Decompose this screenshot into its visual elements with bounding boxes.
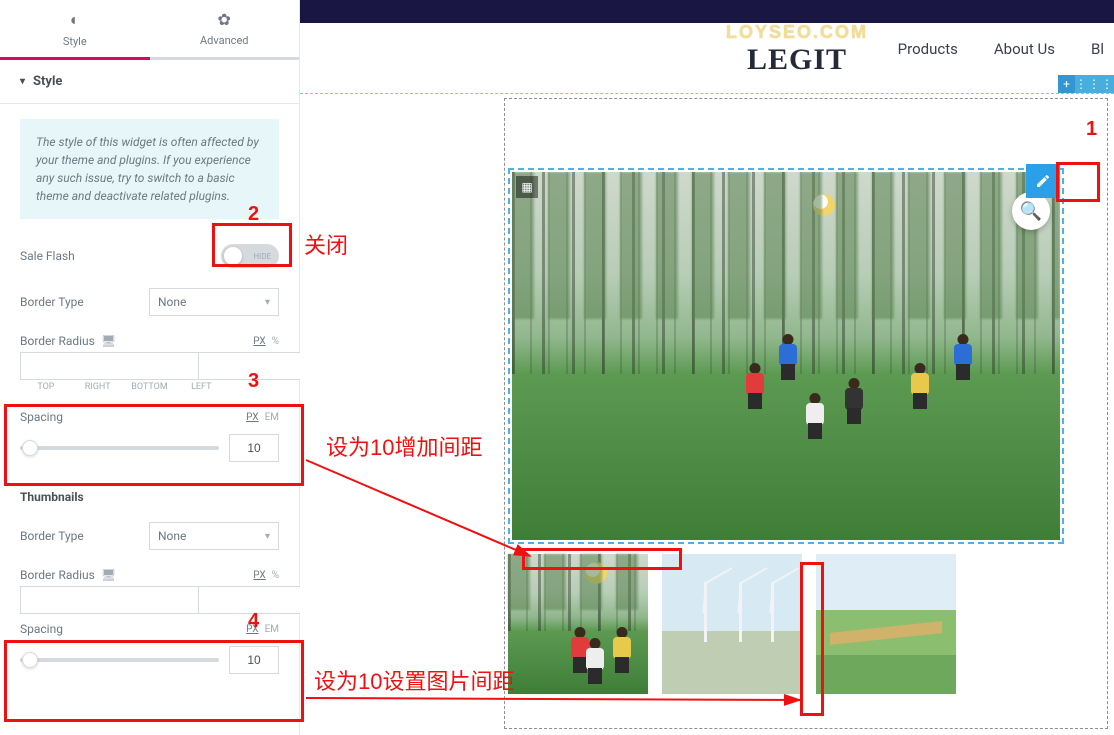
editor-sidebar: ◐ Style ✿ Advanced ▾ Style The style of …: [0, 0, 300, 735]
section-style-header[interactable]: ▾ Style: [0, 60, 299, 104]
edit-widget-button[interactable]: [1026, 164, 1060, 198]
radius-label-right: RIGHT: [72, 382, 124, 392]
sale-flash-toggle[interactable]: HIDE: [221, 244, 279, 268]
spacing-unit-em[interactable]: EM: [265, 412, 279, 423]
site-nav: Products About Us Bl: [898, 40, 1104, 58]
border-type-label: Border Type: [20, 295, 139, 309]
unit-px[interactable]: PX: [253, 336, 265, 347]
thumb-spacing-slider-thumb[interactable]: [22, 652, 38, 668]
nav-products[interactable]: Products: [898, 40, 958, 58]
style-notice: The style of this widget is often affect…: [20, 119, 279, 219]
editor-area: ▦ 🔍: [300, 93, 1114, 735]
desktop-icon[interactable]: 🖥: [101, 568, 116, 582]
thumb-border-type-value: None: [158, 529, 186, 543]
drag-handle-icon[interactable]: ▦: [516, 176, 538, 198]
border-type-select[interactable]: None ▾: [149, 288, 279, 316]
border-radius-inputs: ⇆: [0, 352, 299, 380]
thumbnail-row: [508, 554, 956, 694]
thumb-spacing-slider[interactable]: [20, 658, 219, 662]
thumb-spacing-input[interactable]: [229, 646, 279, 674]
radius-top-input[interactable]: [20, 352, 198, 380]
spacing-unit-px[interactable]: PX: [246, 412, 258, 423]
site-topbar: [300, 0, 1114, 23]
thumb-spacing-unit-px[interactable]: PX: [246, 624, 258, 635]
spacing-control: Spacing PX EM: [0, 402, 299, 474]
border-type-value: None: [158, 295, 186, 309]
tab-advanced[interactable]: ✿ Advanced: [150, 0, 300, 57]
thumb-border-type-select[interactable]: None ▾: [149, 522, 279, 550]
unit-pct[interactable]: %: [272, 336, 279, 347]
spacing-input[interactable]: [229, 434, 279, 462]
plus-icon[interactable]: +: [1058, 75, 1075, 93]
site-header: LOYSEO.COM LEGIT Products About Us Bl: [300, 23, 1114, 75]
spacing-slider[interactable]: [20, 446, 219, 450]
nav-about[interactable]: About Us: [994, 40, 1055, 58]
spacing-slider-thumb[interactable]: [22, 440, 38, 456]
main-product-image[interactable]: ▦ 🔍: [508, 168, 1064, 544]
chevron-down-icon: ▾: [265, 531, 270, 542]
border-radius-header: Border Radius 🖥 PX %: [0, 326, 299, 352]
section-style-title: Style: [33, 74, 62, 89]
gear-icon: ✿: [150, 10, 300, 29]
thumbnail-1[interactable]: [508, 554, 648, 694]
section-add-handle[interactable]: + ⋮⋮⋮: [1058, 75, 1114, 93]
panel-tabs: ◐ Style ✿ Advanced: [0, 0, 299, 60]
thumbnail-2[interactable]: [662, 554, 802, 694]
thumb-spacing-unit-em[interactable]: EM: [265, 624, 279, 635]
preview-canvas: LOYSEO.COM LEGIT Products About Us Bl + …: [300, 0, 1114, 735]
chevron-down-icon: ▾: [265, 297, 270, 308]
radius-labels: TOP RIGHT BOTTOM LEFT: [0, 380, 299, 402]
grip-icon[interactable]: ⋮⋮⋮: [1075, 75, 1114, 93]
thumbnails-title: Thumbnails: [0, 474, 299, 512]
thumb-border-type-label: Border Type: [20, 529, 139, 543]
product-images-widget[interactable]: ▦ 🔍: [508, 168, 1104, 725]
caret-down-icon: ▾: [20, 76, 25, 87]
thumb-radius-top-input[interactable]: [20, 586, 198, 614]
thumb-unit-px[interactable]: PX: [253, 570, 265, 581]
thumb-border-radius-label: Border Radius: [20, 568, 95, 582]
radius-label-top: TOP: [20, 382, 72, 392]
border-radius-label: Border Radius: [20, 334, 95, 348]
thumb-border-type-row: Border Type None ▾: [0, 512, 299, 560]
spacing-label: Spacing: [20, 410, 63, 424]
thumb-spacing-control: Spacing PX EM: [0, 614, 299, 686]
tab-style[interactable]: ◐ Style: [0, 0, 150, 60]
nav-blog[interactable]: Bl: [1091, 40, 1104, 58]
half-circle-icon: ◐: [0, 10, 150, 30]
thumb-border-radius-inputs: ⇆: [0, 586, 299, 614]
thumbnail-3[interactable]: [816, 554, 956, 694]
thumb-border-radius-header: Border Radius 🖥 PX %: [0, 560, 299, 586]
tab-style-label: Style: [63, 35, 87, 48]
border-type-row: Border Type None ▾: [0, 278, 299, 326]
radius-label-left: LEFT: [175, 382, 227, 392]
desktop-icon[interactable]: 🖥: [101, 334, 116, 348]
sale-flash-row: Sale Flash HIDE: [0, 234, 299, 278]
tab-advanced-label: Advanced: [200, 34, 248, 47]
thumb-unit-pct[interactable]: %: [272, 570, 279, 581]
sale-flash-label: Sale Flash: [20, 249, 211, 263]
radius-label-bottom: BOTTOM: [124, 382, 176, 392]
sale-flash-toggle-state: HIDE: [253, 252, 271, 261]
thumb-spacing-label: Spacing: [20, 622, 63, 636]
